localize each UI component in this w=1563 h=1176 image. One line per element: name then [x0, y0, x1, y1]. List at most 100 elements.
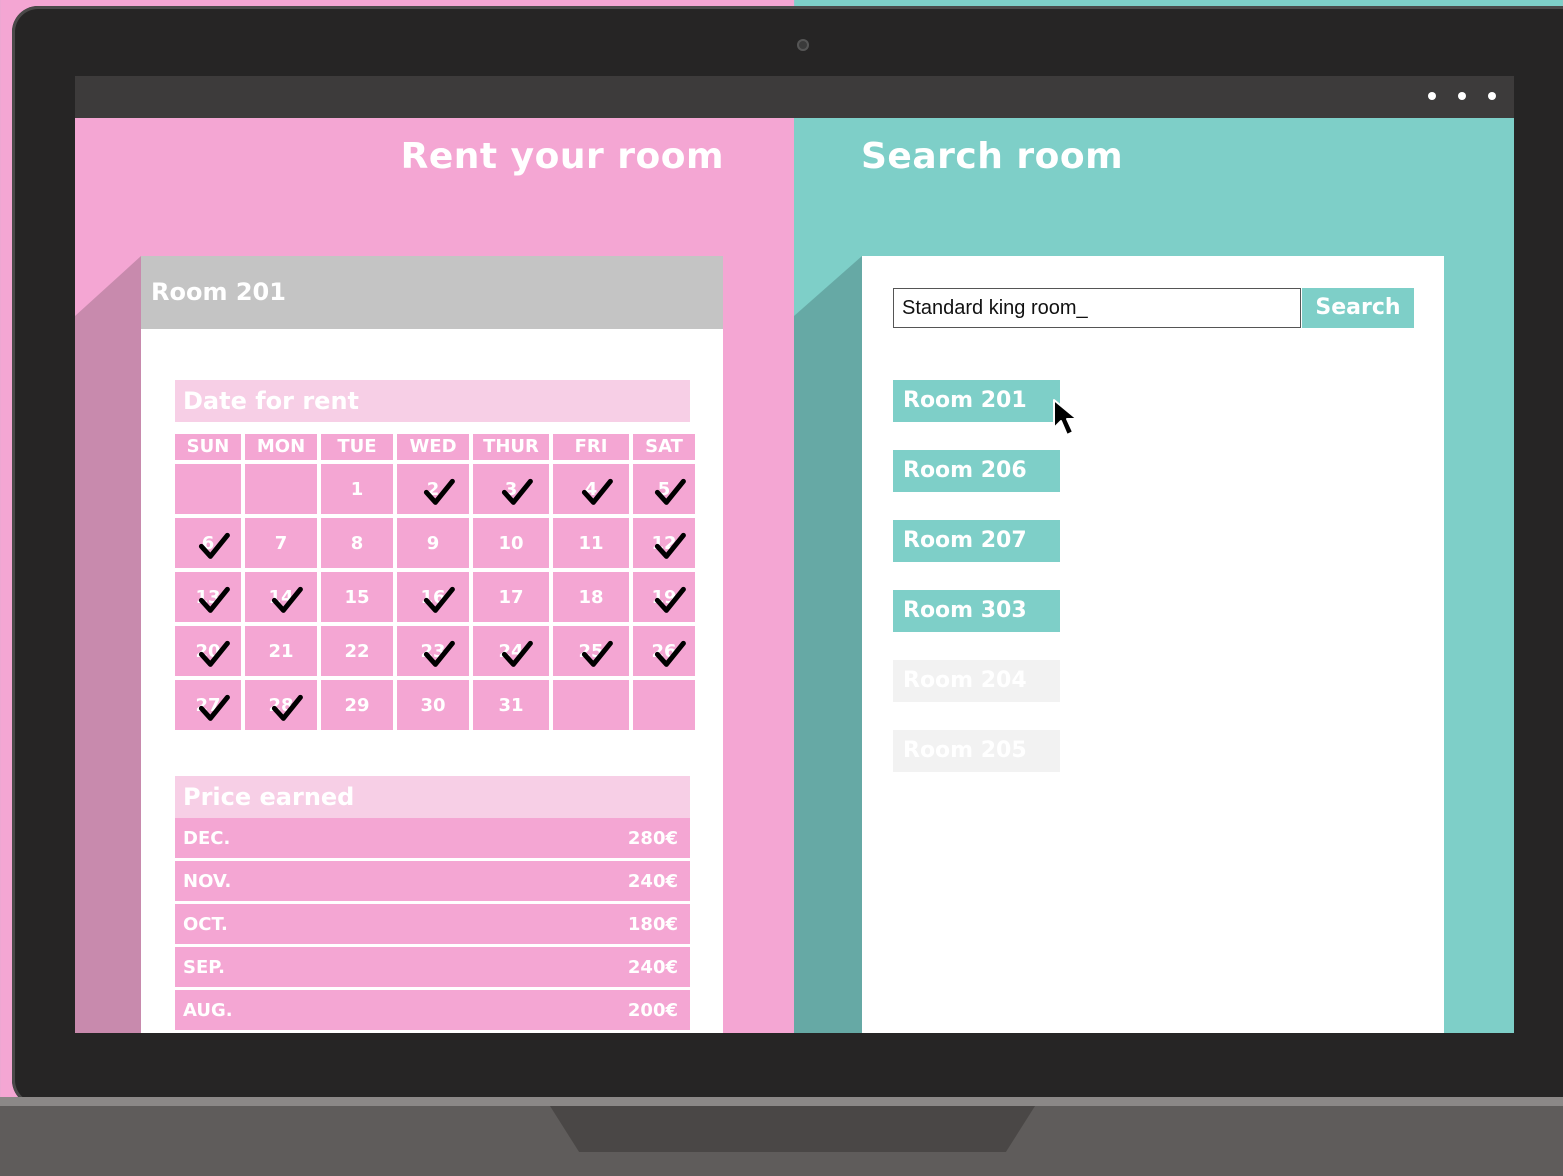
room-card-title: Room 201: [141, 256, 723, 329]
price-month: SEP.: [183, 956, 225, 978]
calendar-date-cell[interactable]: 11: [553, 518, 629, 568]
calendar-date-number: 9: [426, 532, 440, 554]
calendar-date-cell[interactable]: [245, 464, 317, 514]
calendar-date-cell[interactable]: [633, 680, 695, 730]
calendar-date-cell[interactable]: 31: [473, 680, 549, 730]
calendar-day-header: MON: [245, 434, 317, 460]
checkmark-icon: [501, 478, 533, 505]
menu-dot: [1458, 92, 1466, 100]
calendar-date-cell[interactable]: 9: [397, 518, 469, 568]
calendar-date-cell[interactable]: 29: [321, 680, 393, 730]
calendar-date-number: 8: [350, 532, 364, 554]
room-result-item[interactable]: Room 201: [893, 380, 1060, 422]
room-result-item[interactable]: Room 207: [893, 520, 1060, 562]
calendar-date-cell[interactable]: 27: [175, 680, 241, 730]
calendar-date-cell[interactable]: 20: [175, 626, 241, 676]
price-list: DEC. 280€ NOV. 240€ OCT. 180€ SEP. 240€ AUG. 200€: [175, 815, 690, 1030]
price-month: DEC.: [183, 827, 231, 849]
calendar-day-header: SUN: [175, 434, 241, 460]
calendar-date-cell[interactable]: 10: [473, 518, 549, 568]
calendar-date-cell[interactable]: 15: [321, 572, 393, 622]
calendar-date-cell[interactable]: 25: [553, 626, 629, 676]
calendar-date-number: 17: [498, 586, 524, 608]
calendar-date-cell[interactable]: [553, 680, 629, 730]
calendar-date-cell[interactable]: 6: [175, 518, 241, 568]
search-pane: Search room Standard king room_ Search R…: [794, 118, 1514, 1033]
price-amount: 200€: [627, 999, 678, 1021]
checkmark-icon: [423, 586, 455, 613]
price-row: NOV. 240€: [175, 861, 690, 901]
calendar-date-number: 7: [274, 532, 288, 554]
mouse-pointer-icon: [1053, 399, 1078, 436]
browser-bar: [75, 76, 1514, 118]
card-shadow: [75, 256, 141, 1033]
calendar-date-number: 21: [268, 640, 294, 662]
calendar-date-number: 11: [578, 532, 604, 554]
app-screen: Rent your room Room 201 Date for rent SU…: [75, 76, 1514, 1033]
calendar-date-cell[interactable]: 1: [321, 464, 393, 514]
menu-dot: [1428, 92, 1436, 100]
room-card: Room 201 Date for rent SUN MON TUE WED THUR F…: [141, 256, 723, 1033]
calendar-date-cell[interactable]: 18: [553, 572, 629, 622]
calendar-date-cell[interactable]: 23: [397, 626, 469, 676]
rent-title: Rent your room: [400, 136, 724, 177]
calendar-date-cell[interactable]: 14: [245, 572, 317, 622]
calendar-date-cell[interactable]: 28: [245, 680, 317, 730]
checkmark-icon: [198, 532, 230, 559]
room-result-item[interactable]: Room 303: [893, 590, 1060, 632]
checkmark-icon: [271, 694, 303, 721]
room-result-item: Room 204: [893, 660, 1060, 702]
search-card: Standard king room_ Search Room 201 Room …: [862, 256, 1444, 1033]
calendar-date-cell[interactable]: [175, 464, 241, 514]
calendar-date-number: 29: [344, 694, 370, 716]
checkmark-icon: [654, 640, 686, 667]
calendar-date-cell[interactable]: 13: [175, 572, 241, 622]
room-results: Room 201 Room 206 Room 207 Room 303 Room 204…: [893, 380, 1060, 800]
calendar-date-cell[interactable]: 30: [397, 680, 469, 730]
calendar-date-cell[interactable]: 16: [397, 572, 469, 622]
checkmark-icon: [423, 478, 455, 505]
calendar-date-cell[interactable]: 5: [633, 464, 695, 514]
search-input[interactable]: Standard king room_: [893, 288, 1301, 328]
calendar-date-number: 31: [498, 694, 524, 716]
price-month: OCT.: [183, 913, 228, 935]
price-amount: 280€: [627, 827, 678, 849]
calendar-date-cell[interactable]: 26: [633, 626, 695, 676]
card-shadow: [794, 256, 862, 1033]
checkmark-icon: [271, 586, 303, 613]
checkmark-icon: [581, 478, 613, 505]
checkmark-icon: [654, 478, 686, 505]
calendar-day-header: FRI: [553, 434, 629, 460]
rent-calendar: SUN MON TUE WED THUR FRI SAT 1 2 3 4 5 6 7 8 9 10 11 12 13 1…: [175, 434, 695, 730]
room-result-item: Room 205: [893, 730, 1060, 772]
calendar-day-header: TUE: [321, 434, 393, 460]
more-menu-icon[interactable]: [1428, 92, 1496, 100]
calendar-date-cell[interactable]: 4: [553, 464, 629, 514]
room-result-item[interactable]: Room 206: [893, 450, 1060, 492]
calendar-date-cell[interactable]: 24: [473, 626, 549, 676]
calendar-date-number: 18: [578, 586, 604, 608]
search-title: Search room: [861, 136, 1124, 177]
date-section-title: Date for rent: [175, 380, 690, 422]
calendar-date-cell[interactable]: 17: [473, 572, 549, 622]
checkmark-icon: [198, 640, 230, 667]
calendar-date-cell[interactable]: 7: [245, 518, 317, 568]
calendar-date-cell[interactable]: 2: [397, 464, 469, 514]
price-section-title: Price earned: [175, 776, 690, 818]
price-row: OCT. 180€: [175, 904, 690, 944]
calendar-date-cell[interactable]: 3: [473, 464, 549, 514]
search-button[interactable]: Search: [1302, 288, 1414, 328]
price-month: NOV.: [183, 870, 232, 892]
laptop-hinge: [0, 1097, 1563, 1106]
calendar-date-cell[interactable]: 21: [245, 626, 317, 676]
calendar-date-cell[interactable]: 12: [633, 518, 695, 568]
price-row: DEC. 280€: [175, 818, 690, 858]
calendar-date-cell[interactable]: 8: [321, 518, 393, 568]
checkmark-icon: [198, 586, 230, 613]
price-row: SEP. 240€: [175, 947, 690, 987]
checkmark-icon: [654, 586, 686, 613]
calendar-date-number: 22: [344, 640, 370, 662]
calendar-date-cell[interactable]: 19: [633, 572, 695, 622]
calendar-date-cell[interactable]: 22: [321, 626, 393, 676]
calendar-day-header: THUR: [473, 434, 549, 460]
